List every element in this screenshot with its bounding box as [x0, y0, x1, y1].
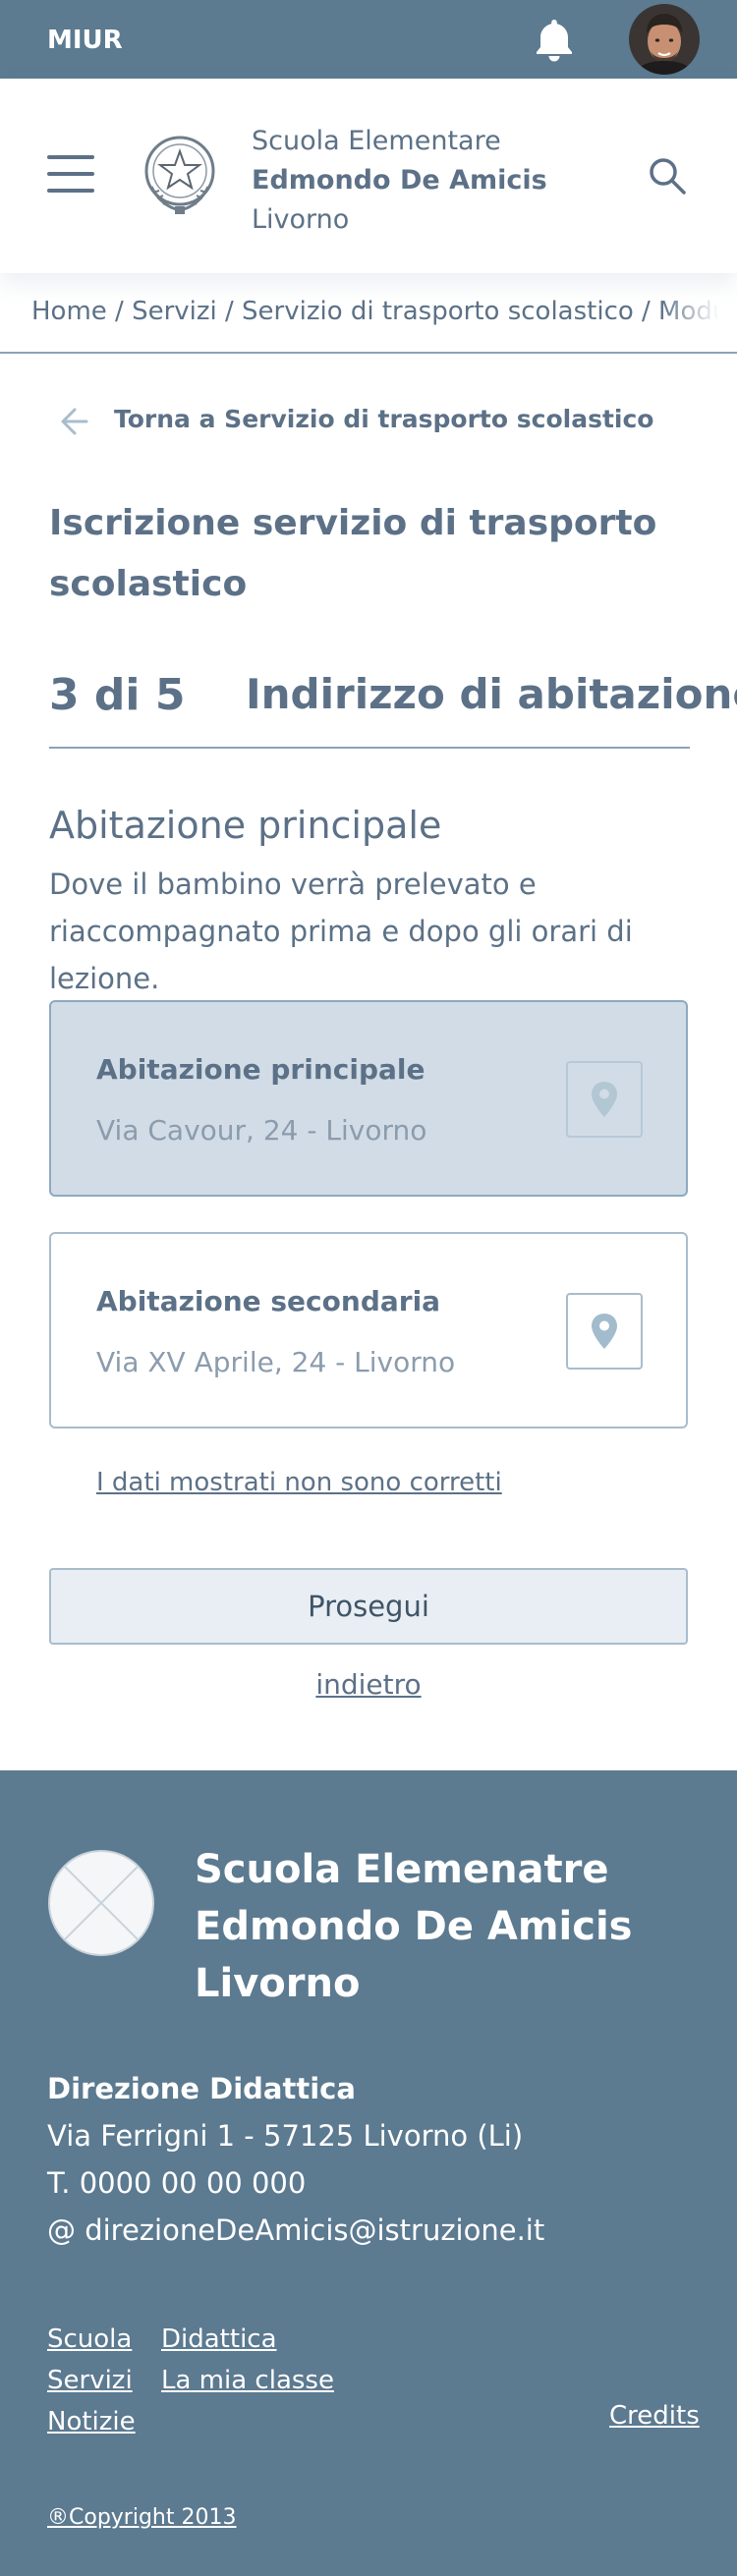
footer-link-servizi[interactable]: Servizi: [47, 2360, 165, 2401]
user-avatar[interactable]: [629, 4, 700, 75]
map-pin-button[interactable]: [566, 1061, 643, 1138]
map-pin-button[interactable]: [566, 1293, 643, 1370]
address-card-value: Via Cavour, 24 - Livorno: [96, 1114, 427, 1147]
school-line-1: Scuola Elementare: [252, 126, 501, 156]
breadcrumb-divider: [0, 352, 737, 354]
site-footer: Scuola Elemenatre Edmondo De Amicis Livo…: [0, 1770, 737, 2576]
footer-school-line-2: Edmondo De Amicis: [195, 1904, 633, 1949]
form-title: Iscrizione servizio di trasporto scolast…: [49, 503, 657, 604]
footer-email: @ direzioneDeAmicis@istruzione.it: [47, 2213, 545, 2247]
footer-school-line-3: Livorno: [195, 1961, 361, 2006]
step-counter: 3 di 5: [49, 670, 186, 720]
footer-phone: T. 0000 00 00 000: [47, 2166, 307, 2200]
breadcrumb-text[interactable]: Home / Servizi / Servizio di trasporto s…: [31, 297, 719, 326]
footer-school-name: Scuola Elemenatre Edmondo De Amicis Livo…: [195, 1841, 632, 2012]
republic-emblem-icon: [144, 136, 215, 214]
school-logo-placeholder-icon: [48, 1850, 154, 1956]
step-divider: [49, 747, 690, 749]
breadcrumb-fade: [660, 297, 719, 326]
address-card-secondary[interactable]: Abitazione secondaria Via XV Aprile, 24 …: [49, 1232, 688, 1428]
breadcrumb[interactable]: Home / Servizi / Servizio di trasporto s…: [31, 297, 719, 326]
back-step-label[interactable]: indietro: [315, 1668, 421, 1701]
back-step-link[interactable]: indietro: [0, 1668, 737, 1701]
footer-link-notizie[interactable]: Notizie: [47, 2401, 165, 2442]
arrow-left-icon[interactable]: [57, 405, 90, 438]
address-card-title: Abitazione principale: [96, 1053, 425, 1086]
school-line-3: Livorno: [252, 204, 350, 235]
footer-link-didattica[interactable]: Didattica: [161, 2319, 358, 2360]
school-line-2: Edmondo De Amicis: [252, 165, 547, 196]
back-to-service-link[interactable]: Torna a Servizio di trasporto scolastico: [114, 405, 653, 433]
bell-icon[interactable]: [531, 16, 578, 63]
map-pin-icon: [592, 1314, 617, 1349]
footer-school-line-1: Scuola Elemenatre: [195, 1847, 609, 1892]
address-card-value: Via XV Aprile, 24 - Livorno: [96, 1346, 456, 1378]
footer-link-la-mia-classe[interactable]: La mia classe: [161, 2360, 358, 2401]
address-card-primary[interactable]: Abitazione principale Via Cavour, 24 - L…: [49, 1000, 688, 1197]
footer-contacts: Direzione Didattica Via Ferrigni 1 - 571…: [47, 2065, 544, 2254]
menu-icon[interactable]: [47, 155, 94, 193]
address-card-title: Abitazione secondaria: [96, 1285, 441, 1317]
section-description: Dove il bambino verrà prelevato e riacco…: [49, 868, 633, 995]
section-title: Abitazione principale: [49, 804, 442, 847]
brand-label[interactable]: MIUR: [47, 26, 123, 55]
credits-link[interactable]: Credits: [609, 2401, 700, 2431]
footer-address: Via Ferrigni 1 - 57125 Livorno (Li): [47, 2119, 524, 2153]
top-bar: MIUR: [0, 0, 737, 79]
copyright-link[interactable]: ®Copyright 2013: [47, 2505, 236, 2530]
continue-button[interactable]: Prosegui: [49, 1568, 688, 1645]
school-name[interactable]: Scuola Elementare Edmondo De Amicis Livo…: [252, 122, 547, 240]
footer-link-scuola[interactable]: Scuola: [47, 2319, 165, 2360]
incorrect-data-link[interactable]: I dati mostrati non sono corretti: [96, 1468, 502, 1497]
step-title: Indirizzo di abitazione: [246, 670, 737, 718]
map-pin-icon: [592, 1082, 617, 1117]
site-header: Scuola Elementare Edmondo De Amicis Livo…: [0, 79, 737, 273]
footer-direction-title: Direzione Didattica: [47, 2072, 356, 2105]
search-icon[interactable]: [647, 155, 688, 196]
